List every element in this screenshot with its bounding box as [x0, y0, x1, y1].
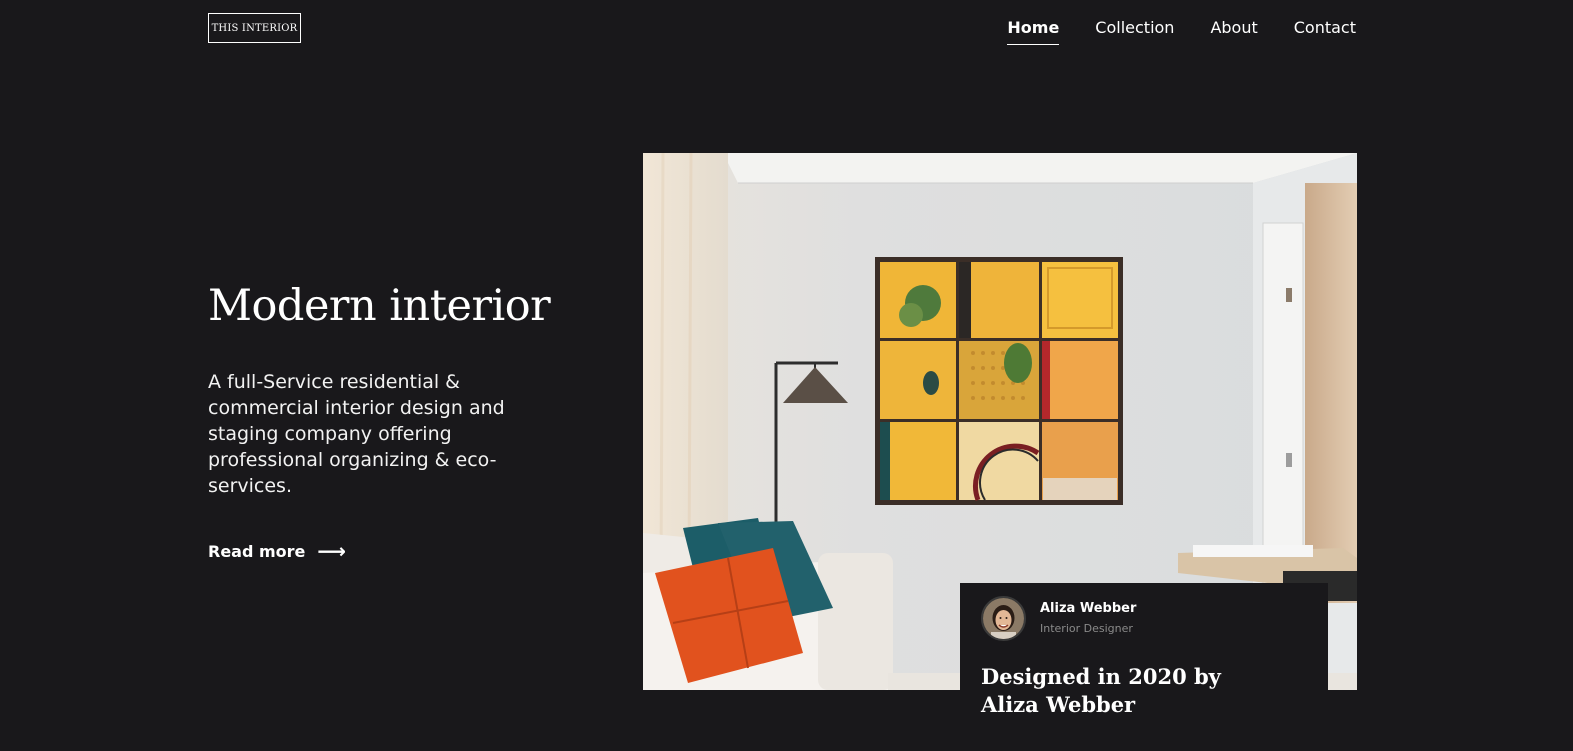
avatar-portrait-icon — [983, 598, 1024, 639]
avatar[interactable] — [981, 596, 1026, 641]
read-more-label: Read more — [208, 541, 306, 561]
main-nav: Home Collection About Contact — [1007, 17, 1356, 45]
card-title: Designed in 2020 by Aliza Webber — [981, 664, 1221, 717]
nav-link-about[interactable]: About — [1210, 17, 1257, 45]
arrow-right-icon: ⟶ — [317, 539, 347, 563]
brand-logo[interactable]: THIS INTERIOR — [208, 13, 301, 43]
hero-title: Modern interior — [208, 281, 551, 331]
designer-profile: Aliza Webber Interior Designer — [981, 596, 1307, 641]
read-more-link[interactable]: Read more ⟶ — [208, 541, 346, 561]
nav-link-collection[interactable]: Collection — [1095, 17, 1174, 45]
designer-name: Aliza Webber — [1040, 600, 1137, 616]
nav-link-home[interactable]: Home — [1007, 17, 1059, 45]
designer-role: Interior Designer — [1040, 621, 1133, 635]
hero-description: A full-Service residential & commercial … — [208, 371, 505, 497]
brand-logo-text: THIS INTERIOR — [211, 22, 298, 34]
designer-card: Aliza Webber Interior Designer Designed … — [960, 583, 1328, 751]
nav-link-contact[interactable]: Contact — [1294, 17, 1356, 45]
